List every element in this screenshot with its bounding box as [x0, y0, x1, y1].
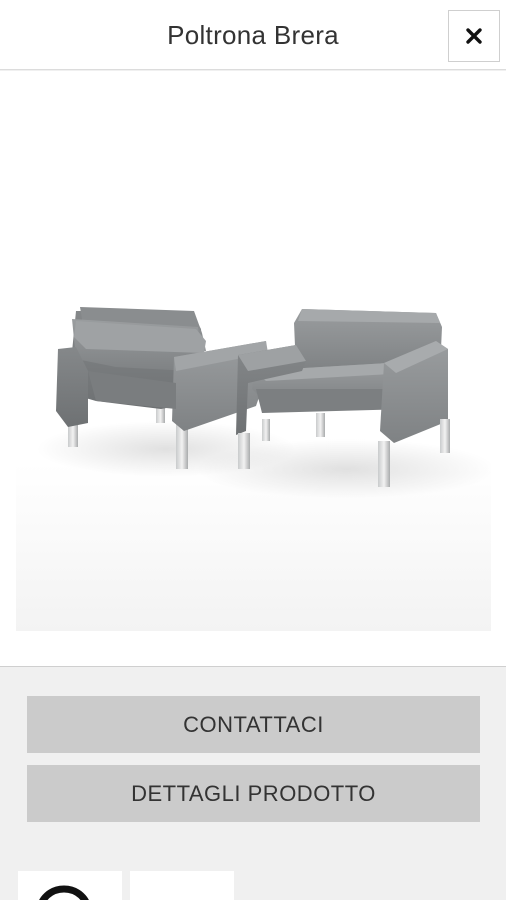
product-gallery	[0, 71, 506, 667]
action-panel: CONTATTACI DETTAGLI PRODOTTO	[0, 668, 506, 900]
page-title: Poltrona Brera	[167, 20, 339, 50]
header-bar: Poltrona Brera	[0, 0, 506, 70]
product-details-button[interactable]: DETTAGLI PRODOTTO	[27, 765, 480, 822]
close-button[interactable]	[448, 10, 500, 62]
thumbnail[interactable]	[130, 871, 234, 900]
thumbnail[interactable]	[18, 871, 122, 900]
ring-icon	[39, 885, 89, 900]
contact-button[interactable]: CONTATTACI	[27, 696, 480, 753]
close-icon	[466, 28, 482, 44]
product-image[interactable]	[16, 71, 496, 631]
armchairs-illustration	[36, 307, 496, 499]
